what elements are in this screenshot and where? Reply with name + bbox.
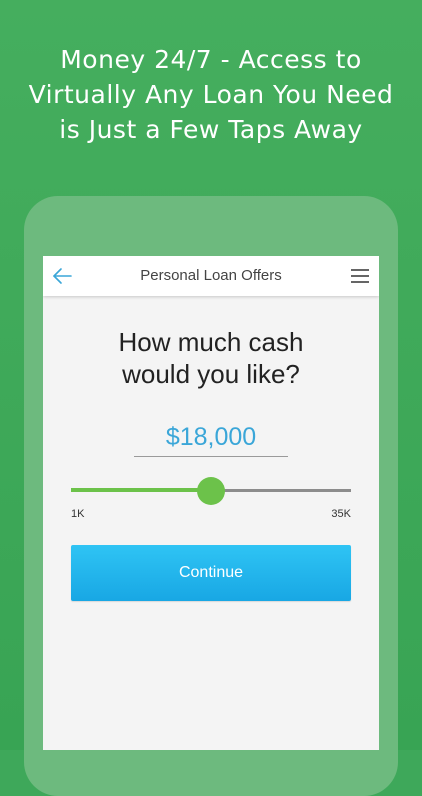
slider-min-label: 1K — [71, 508, 85, 520]
promo-headline: Money 24/7 - Access to Virtually Any Loa… — [0, 42, 422, 147]
continue-button[interactable]: Continue — [71, 545, 351, 601]
slider-fill — [71, 488, 211, 492]
question-line-1: How much cash — [118, 327, 304, 357]
slider-thumb[interactable] — [197, 477, 225, 505]
headline-line-3: is Just a Few Taps Away — [59, 115, 363, 144]
loan-amount-slider[interactable] — [71, 476, 351, 506]
loan-amount-field[interactable]: $18,000 — [134, 420, 288, 457]
question-line-2: would you like? — [122, 359, 300, 389]
headline-line-1: Money 24/7 - Access to — [60, 45, 362, 74]
hamburger-menu-icon[interactable] — [351, 268, 369, 284]
slider-max-label: 35K — [331, 508, 351, 520]
cash-question: How much cash would you like? — [43, 326, 379, 390]
app-title: Personal Loan Offers — [140, 267, 282, 284]
app-screen: Personal Loan Offers How much cash would… — [43, 256, 379, 750]
app-bar: Personal Loan Offers — [43, 256, 379, 296]
headline-line-2: Virtually Any Loan You Need — [28, 80, 394, 109]
